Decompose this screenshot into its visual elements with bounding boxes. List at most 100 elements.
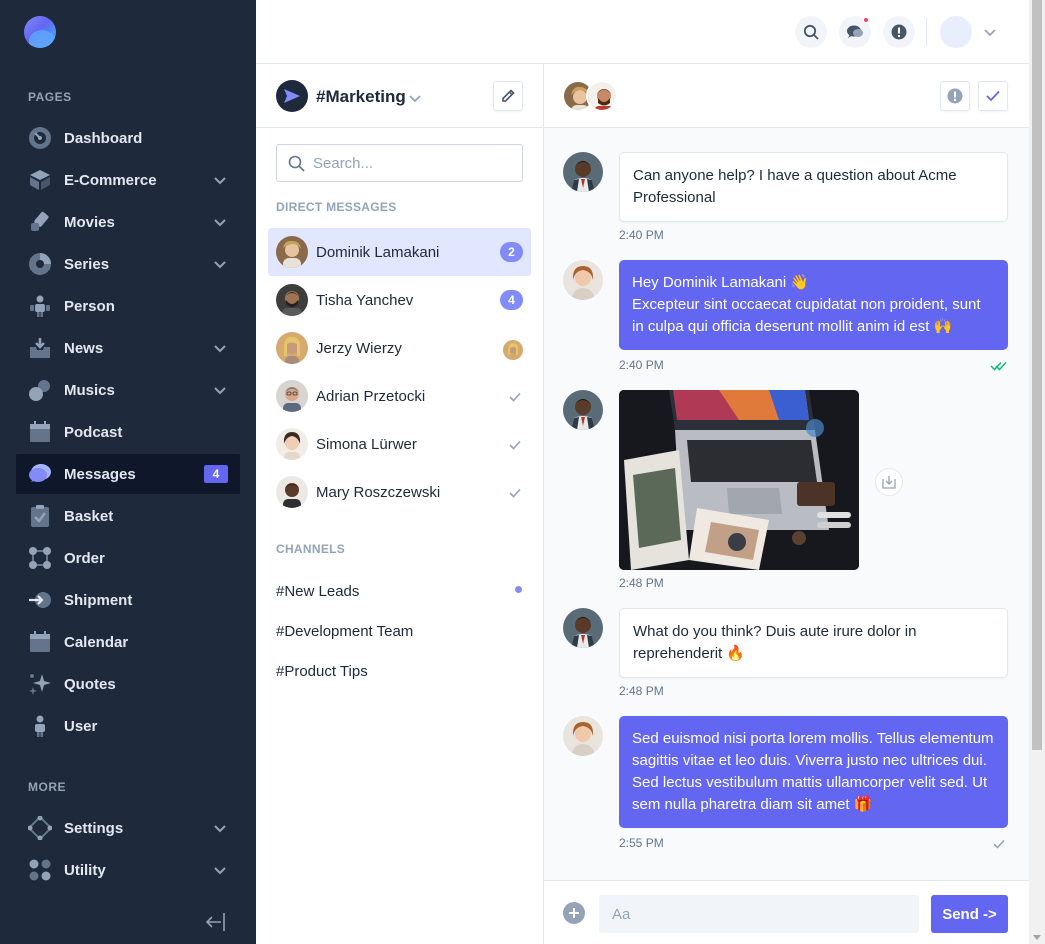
- sidebar-item-quotes[interactable]: Quotes: [16, 664, 240, 704]
- avatar: [276, 284, 308, 316]
- dm-item-adrian-przetocki[interactable]: Adrian Przetocki: [268, 372, 531, 420]
- sidebar-item-messages[interactable]: Messages 4: [16, 454, 240, 494]
- info-button[interactable]: [883, 16, 915, 48]
- message-avatar: [563, 716, 603, 756]
- sidebar: PAGES Dashboard E-Commerce Movies Series…: [0, 0, 256, 944]
- nodes-icon: [28, 546, 52, 570]
- channel-item-new-leads[interactable]: #New Leads: [276, 583, 359, 600]
- mark-done-button[interactable]: [978, 81, 1008, 111]
- sidebar-item-shipment[interactable]: Shipment: [16, 580, 240, 620]
- chat-bubble-icon: [28, 462, 52, 486]
- chevron-down-icon[interactable]: [212, 214, 228, 230]
- channel-title[interactable]: #Marketing: [316, 87, 406, 107]
- dm-item-dominik-lamakani[interactable]: Dominik Lamakani 2: [268, 228, 531, 276]
- chevron-down-icon[interactable]: [212, 256, 228, 272]
- info-icon: [947, 88, 963, 104]
- chevron-down-icon[interactable]: [212, 382, 228, 398]
- channel-list-panel: #Marketing DIRECT MESSAGES Dominik Lamak…: [256, 64, 544, 944]
- scrollbar-thumb[interactable]: [1032, 0, 1042, 750]
- channel-item-product-tips[interactable]: #Product Tips: [276, 663, 368, 680]
- chevron-down-icon[interactable]: [212, 340, 228, 356]
- sidebar-item-label: Series: [64, 255, 110, 273]
- message-time: 2:40 PM: [619, 358, 664, 372]
- sidebar-item-label: Messages: [64, 465, 136, 483]
- sidebar-item-news[interactable]: News: [16, 328, 240, 368]
- chevron-down-icon[interactable]: [212, 820, 228, 836]
- sparkles-icon: [28, 672, 52, 696]
- search-input[interactable]: [313, 145, 513, 181]
- shared-photo[interactable]: [619, 390, 859, 570]
- sidebar-item-utility[interactable]: Utility: [16, 850, 240, 890]
- search-icon: [803, 24, 819, 40]
- dm-item-tisha-yanchev[interactable]: Tisha Yanchev 4: [268, 276, 531, 324]
- sidebar-item-series[interactable]: Series: [16, 244, 240, 284]
- page-scrollbar[interactable]: [1029, 0, 1045, 944]
- chat-header: [544, 64, 1029, 128]
- app-logo-icon[interactable]: [24, 16, 56, 48]
- sidebar-item-label: Person: [64, 297, 115, 315]
- sidebar-item-order[interactable]: Order: [16, 538, 240, 578]
- inbox-icon: [28, 336, 52, 360]
- sidebar-item-movies[interactable]: Movies: [16, 202, 240, 242]
- search-button[interactable]: [795, 16, 827, 48]
- message-line: Hey Dominik Lamakani 👋: [632, 274, 810, 291]
- unread-dot: [515, 586, 522, 593]
- chevron-down-icon[interactable]: [408, 91, 422, 105]
- add-attachment-button[interactable]: [563, 902, 585, 924]
- avatar: [276, 380, 308, 412]
- double-check-icon: [990, 361, 1007, 371]
- message-bubble: What do you think? Duis aute irure dolor…: [619, 608, 1008, 678]
- search-field[interactable]: [276, 144, 523, 182]
- channel-item-development-team[interactable]: #Development Team: [276, 623, 413, 640]
- message-avatar: [563, 152, 603, 192]
- dm-name: Dominik Lamakani: [316, 244, 440, 261]
- sidebar-item-settings[interactable]: Settings: [16, 808, 240, 848]
- sidebar-item-label: Order: [64, 549, 105, 567]
- participant-avatar[interactable]: [586, 80, 618, 112]
- chevron-down-icon[interactable]: [212, 172, 228, 188]
- sidebar-item-basket[interactable]: Basket: [16, 496, 240, 536]
- info-button[interactable]: [940, 81, 970, 111]
- sidebar-item-label: Podcast: [64, 423, 123, 441]
- channel-header: #Marketing: [256, 64, 543, 128]
- dm-name: Adrian Przetocki: [316, 388, 426, 405]
- dm-item-mary-roszczewski[interactable]: Mary Roszczewski: [268, 468, 531, 516]
- dm-item-simona-lurwer[interactable]: Simona Lürwer: [268, 420, 531, 468]
- user-avatar[interactable]: [940, 16, 972, 48]
- messages-button[interactable]: [839, 16, 871, 48]
- chevron-down-icon[interactable]: [212, 862, 228, 878]
- message-time: 2:40 PM: [619, 228, 664, 242]
- sidebar-item-label: Utility: [64, 861, 106, 879]
- send-button[interactable]: Send ->: [931, 895, 1008, 933]
- sidebar-item-calendar[interactable]: Calendar: [16, 622, 240, 662]
- sidebar-item-label: Basket: [64, 507, 114, 525]
- message-line: Excepteur sint occaecat cupidatat non pr…: [632, 296, 981, 335]
- channels-label: CHANNELS: [276, 542, 346, 556]
- message-bubble: Sed euismod nisi porta lorem mollis. Tel…: [619, 716, 1008, 828]
- top-header: [256, 0, 1029, 64]
- message-time: 2:48 PM: [619, 684, 664, 698]
- sidebar-item-podcast[interactable]: Podcast: [16, 412, 240, 452]
- shapes-icon: [28, 378, 52, 402]
- pie-icon: [28, 252, 52, 276]
- collapse-sidebar-icon[interactable]: [204, 910, 228, 934]
- dm-item-jerzy-wierzy[interactable]: Jerzy Wierzy: [268, 324, 531, 372]
- edit-button[interactable]: [493, 81, 523, 111]
- cube-icon: [28, 168, 52, 192]
- grid-dots-icon: [28, 858, 52, 882]
- sidebar-item-label: Calendar: [64, 633, 129, 651]
- sidebar-item-user[interactable]: User: [16, 706, 240, 746]
- settings-icon: [27, 815, 53, 841]
- download-button[interactable]: [875, 468, 903, 496]
- message-composer: Send ->: [544, 880, 1029, 944]
- sidebar-item-dashboard[interactable]: Dashboard: [16, 118, 240, 158]
- check-icon: [993, 839, 1005, 849]
- sidebar-item-person[interactable]: Person: [16, 286, 240, 326]
- scroll-down-arrow-icon[interactable]: [1033, 935, 1041, 940]
- chevron-down-icon[interactable]: [982, 24, 998, 40]
- avatar: [276, 236, 308, 268]
- sidebar-item-e-commerce[interactable]: E-Commerce: [16, 160, 240, 200]
- sidebar-item-label: User: [64, 717, 98, 735]
- sidebar-item-musics[interactable]: Musics: [16, 370, 240, 410]
- message-input[interactable]: [599, 895, 919, 933]
